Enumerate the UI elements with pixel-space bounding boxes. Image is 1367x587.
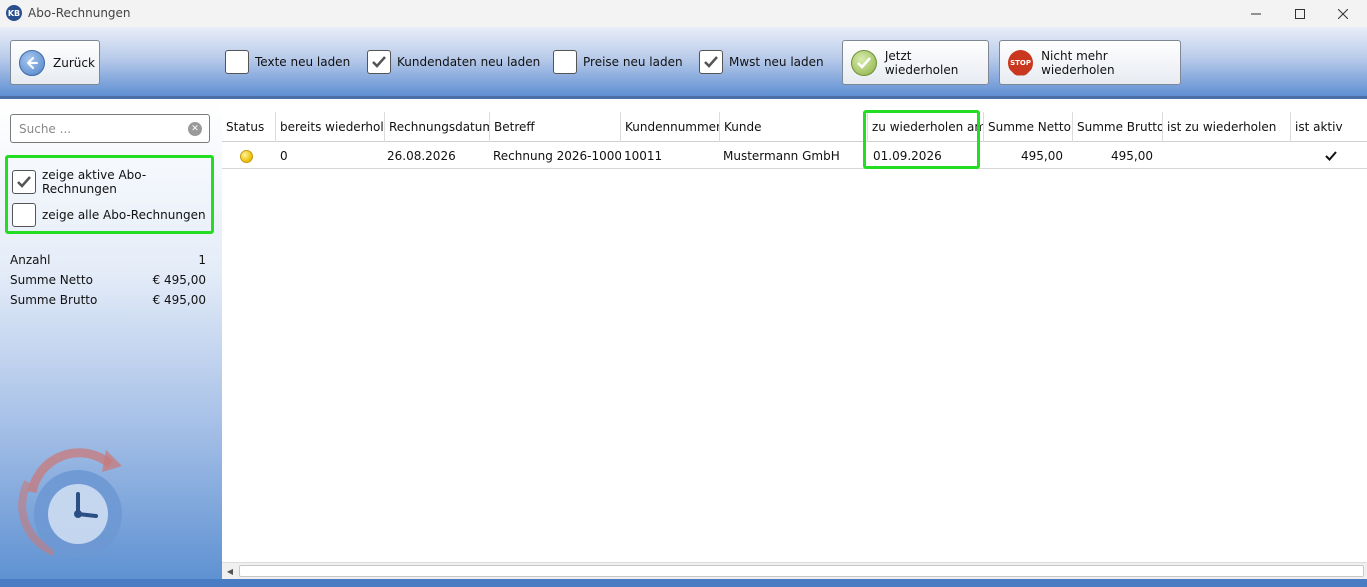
customer-number-cell: 10011 [624,149,663,163]
to-be-repeated-cell [1163,143,1291,169]
checkmark-icon [1325,151,1337,161]
stat-value: € 495,00 [152,273,206,287]
column-header-repeat-on[interactable]: zu wiederholen am [868,112,984,142]
column-header-already-repeated[interactable]: bereits wiederholt [276,112,385,142]
filter-options: zeige aktive Abo-Rechnungen zeige alle A… [5,155,214,234]
scrollbar-thumb[interactable] [239,565,1364,577]
recurring-clock-icon [18,448,122,558]
clear-search-icon[interactable]: ✕ [188,122,202,136]
column-header-net-sum[interactable]: Summe Netto [984,112,1073,142]
subject-cell: Rechnung 2026-10008 [493,149,621,163]
back-button-label: Zurück [53,55,95,70]
reload-texts-checkbox[interactable]: Texte neu laden [225,50,350,74]
arrow-left-icon [19,49,45,76]
stat-label: Anzahl [10,253,51,267]
status-yellow-icon [240,150,253,163]
green-check-icon [851,49,877,76]
reload-customer-data-checkbox[interactable]: Kundendaten neu laden [367,50,540,74]
column-header-customer[interactable]: Kunde [720,112,868,142]
subscription-invoices-table: Status bereits wiederholt Rechnungsdatum… [222,112,1367,562]
stat-label: Summe Brutto [10,293,98,307]
checkbox-label: Texte neu laden [255,55,351,69]
checkmark-icon [17,176,31,188]
minimize-button[interactable] [1233,0,1279,27]
invoice-date-cell: 26.08.2026 [387,149,456,163]
checkbox-box[interactable] [12,170,36,194]
checkbox-label: Kundendaten neu laden [397,55,541,69]
net-sum-cell: 495,00 [1021,149,1063,163]
reload-prices-checkbox[interactable]: Preise neu laden [553,50,683,74]
column-header-status[interactable]: Status [222,112,276,142]
sidebar: ✕ zeige aktive Abo-Rechnungen zeige alle… [0,102,222,587]
back-button[interactable]: Zurück [10,40,100,85]
stat-value: 1 [198,253,206,267]
repeat-on-cell: 01.09.2026 [873,149,942,163]
customer-cell: Mustermann GmbH [723,149,840,163]
checkbox-label: Mwst neu laden [729,55,824,69]
toolbar: Zurück Texte neu laden Kundendaten neu l… [0,27,1367,99]
maximize-button[interactable] [1277,0,1323,27]
horizontal-scrollbar[interactable]: ◀ [222,562,1367,579]
close-icon [1338,8,1348,19]
stop-repeating-button[interactable]: STOP Nicht mehr wiederholen [999,40,1181,85]
checkmark-icon [372,56,386,68]
stat-value: € 495,00 [152,293,206,307]
maximize-icon [1295,8,1305,19]
already-repeated-cell: 0 [280,149,288,163]
table-header: Status bereits wiederholt Rechnungsdatum… [222,112,1367,142]
bottom-strip [0,579,1367,587]
status-cell [222,143,276,169]
column-header-is-active[interactable]: ist aktiv [1291,112,1367,142]
table-row[interactable]: 0 26.08.2026 Rechnung 2026-10008 10011 M… [222,143,1367,169]
reload-vat-checkbox[interactable]: Mwst neu laden [699,50,824,74]
checkbox-box[interactable] [553,50,577,74]
column-header-gross-sum[interactable]: Summe Brutto [1073,112,1163,142]
checkbox-box[interactable] [367,50,391,74]
column-header-to-be-repeated[interactable]: ist zu wiederholen [1163,112,1291,142]
stat-label: Summe Netto [10,273,93,287]
checkbox-box[interactable] [225,50,249,74]
checkbox-label: zeige aktive Abo-Rechnungen [42,168,147,196]
checkbox-box[interactable] [12,203,36,227]
column-header-subject[interactable]: Betreff [490,112,621,142]
search-input[interactable] [19,121,189,136]
checkbox-label: Preise neu laden [583,55,683,69]
show-active-subscriptions-checkbox[interactable]: zeige aktive Abo-Rechnungen [12,168,211,196]
close-button[interactable] [1320,0,1366,27]
gross-sum-cell: 495,00 [1111,149,1153,163]
stat-count: Anzahl 1 [10,250,206,270]
checkmark-icon [704,56,718,68]
window-title: Abo-Rechnungen [28,6,131,20]
stat-net-total: Summe Netto € 495,00 [10,270,206,290]
repeat-now-button[interactable]: Jetzt wiederholen [842,40,989,85]
show-all-subscriptions-checkbox[interactable]: zeige alle Abo-Rechnungen [12,203,206,227]
stop-repeating-label: Nicht mehr wiederholen [1041,48,1115,77]
scroll-left-icon[interactable]: ◀ [224,565,236,577]
column-header-invoice-date[interactable]: Rechnungsdatum [385,112,490,142]
checkbox-box[interactable] [699,50,723,74]
stat-gross-total: Summe Brutto € 495,00 [10,290,206,310]
is-active-cell [1291,143,1367,169]
column-header-customer-number[interactable]: Kundennummer [621,112,720,142]
summary-stats: Anzahl 1 Summe Netto € 495,00 Summe Brut… [10,250,206,310]
checkbox-label: zeige alle Abo-Rechnungen [42,208,206,222]
app-logo-icon: KB [6,5,22,21]
minimize-icon [1251,13,1261,14]
stop-sign-icon: STOP [1008,49,1034,76]
repeat-now-label: Jetzt wiederholen [884,48,959,77]
search-box: ✕ [10,114,210,143]
title-bar: KB Abo-Rechnungen [0,0,1367,27]
